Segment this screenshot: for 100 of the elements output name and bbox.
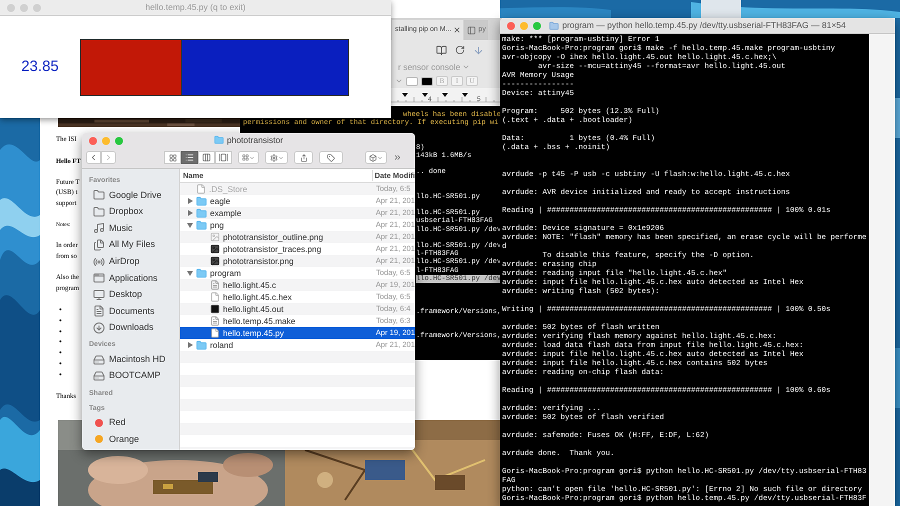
window-title: hello.temp.45.py (q to exit) — [145, 1, 246, 14]
bullet: • — [59, 337, 62, 348]
more-icon[interactable] — [393, 153, 402, 162]
bullet: • — [59, 358, 62, 370]
close-button[interactable] — [89, 137, 97, 145]
terminal-icon — [210, 304, 220, 314]
image-icon — [210, 256, 220, 266]
disclosure-triangle[interactable] — [186, 198, 192, 204]
monitor-icon — [93, 288, 105, 301]
list-view-button[interactable] — [181, 151, 198, 164]
sidebar-item[interactable]: Orange — [89, 431, 179, 448]
settings-icon — [270, 154, 278, 162]
file-name: phototransistor.png — [223, 254, 294, 268]
file-name: roland — [210, 338, 234, 352]
folder-icon — [196, 340, 207, 350]
document-icon — [210, 316, 220, 326]
icon-view-button[interactable] — [164, 151, 181, 164]
share-button[interactable] — [294, 151, 313, 164]
bullet: • — [59, 370, 62, 381]
forward-icon — [104, 153, 113, 162]
folder-icon — [196, 220, 207, 230]
share-icon — [300, 154, 308, 162]
sidebar-item[interactable]: All My Files — [89, 236, 179, 254]
gallery-icon — [219, 153, 228, 162]
folder-icon — [196, 196, 207, 206]
folder-icon — [196, 268, 207, 278]
reload-icon[interactable] — [455, 45, 465, 55]
folder-icon — [214, 135, 224, 145]
box-icon — [369, 154, 377, 162]
sidebar-item[interactable]: Music — [89, 220, 179, 237]
disclosure-triangle[interactable] — [186, 270, 192, 276]
sidebar-item[interactable]: Red — [89, 414, 179, 432]
column-view-button[interactable] — [198, 151, 215, 164]
color-swatch[interactable] — [421, 76, 433, 86]
dropdown-icon[interactable] — [395, 77, 403, 85]
file-icon — [196, 184, 206, 194]
file-name: example — [210, 206, 242, 220]
sidebar-item[interactable]: BOOTCAMP — [89, 368, 179, 385]
grid-icon — [168, 154, 176, 162]
files-icon — [93, 239, 105, 252]
close-button[interactable] — [507, 22, 515, 30]
disclosure-triangle[interactable] — [186, 222, 192, 228]
window-title: phototransistor — [226, 134, 284, 146]
color-swatch[interactable] — [406, 76, 418, 86]
download-icon — [93, 322, 105, 334]
music-note-icon — [93, 222, 105, 234]
hard-drive-icon — [93, 354, 105, 366]
caret-icon — [377, 154, 383, 160]
back-icon — [89, 153, 98, 162]
reader-icon[interactable] — [436, 44, 447, 56]
image-icon — [210, 244, 220, 254]
sidebar-item[interactable]: AirDrop — [89, 253, 179, 270]
image-icon — [210, 232, 220, 242]
action-button[interactable] — [265, 151, 288, 164]
close-icon[interactable] — [453, 26, 462, 34]
folder-icon — [93, 189, 105, 202]
file-name: phototransistor_traces.png — [223, 242, 322, 256]
file-name: hello.light.45.c.hex — [223, 290, 292, 304]
bullet: • — [59, 348, 62, 359]
bullet: • — [59, 305, 62, 316]
disclosure-triangle[interactable] — [186, 210, 192, 216]
folder-icon — [93, 206, 105, 218]
sidebar-item[interactable]: Google Drive — [89, 187, 179, 204]
sidebar-item[interactable]: Macintosh HD — [89, 351, 179, 368]
bullet: • — [59, 316, 62, 327]
sidebar-item[interactable]: Applications — [89, 270, 179, 287]
document-icon — [93, 305, 105, 318]
document-icon — [210, 280, 220, 290]
arrange-button[interactable] — [238, 151, 259, 164]
file-name: .DS_Store — [209, 182, 248, 196]
tag-button[interactable] — [319, 151, 343, 164]
caret-icon — [249, 154, 255, 160]
file-name: program — [210, 266, 241, 280]
folder-icon — [196, 208, 207, 218]
disclosure-triangle[interactable] — [186, 342, 192, 348]
grid-icon — [242, 154, 249, 161]
file-name: hello.temp.45.make — [223, 314, 296, 328]
box-button[interactable] — [365, 151, 387, 164]
file-name: hello.light.45.out — [223, 302, 284, 316]
sidebar-item[interactable]: Documents — [89, 303, 179, 320]
folder-icon — [549, 20, 560, 30]
temperature-reading: 23.85 — [20, 56, 60, 77]
chevron-icon[interactable] — [462, 63, 470, 71]
app-window-icon — [93, 272, 105, 284]
back-button[interactable] — [86, 151, 101, 164]
file-name: eagle — [210, 194, 230, 208]
sidebar-icon — [467, 26, 476, 34]
document-title: r sensor console — [398, 60, 460, 74]
tag-icon — [327, 154, 335, 162]
file-name: phototransistor_outline.png — [223, 230, 324, 244]
caret-icon — [278, 154, 284, 160]
file-name: hello.temp.45.py — [223, 326, 284, 340]
gallery-view-button[interactable] — [215, 151, 232, 164]
file-name: png — [210, 218, 224, 232]
file-name: hello.light.45.c — [223, 278, 276, 292]
window-title: program — python hello.temp.45.py /dev/tty.usbserial-FTH83FAG — 81×54 — [562, 19, 846, 32]
sidebar-item[interactable]: Dropbox — [89, 204, 179, 220]
bullet: • — [59, 326, 62, 338]
sidebar-item[interactable]: Desktop — [89, 286, 179, 304]
sidebar-item[interactable]: Downloads — [89, 320, 179, 336]
